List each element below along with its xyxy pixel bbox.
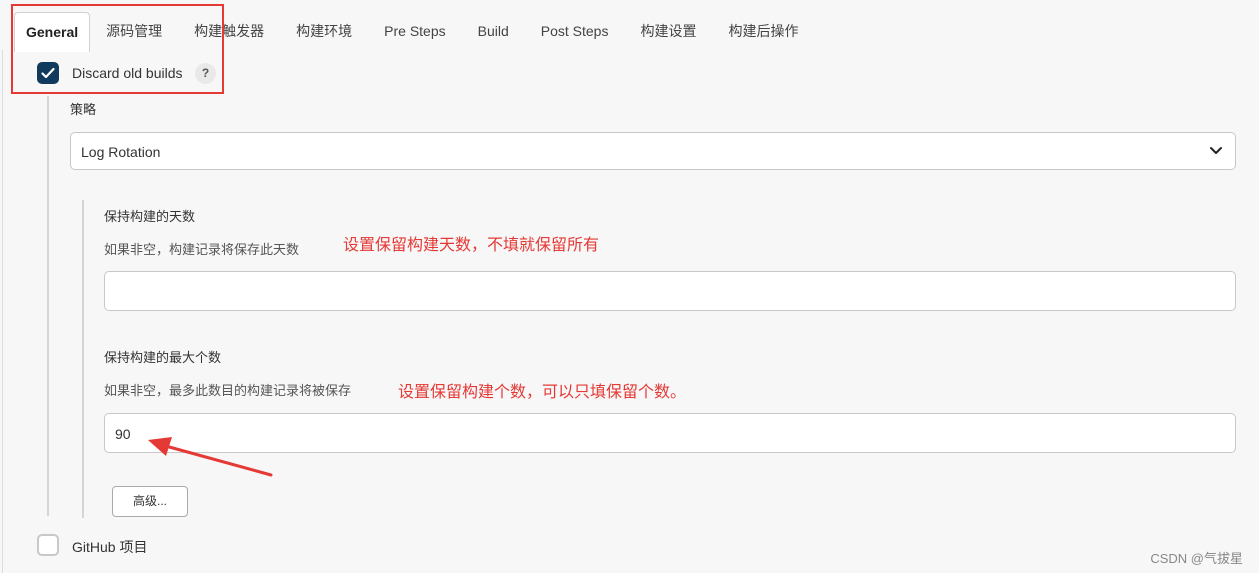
watermark: CSDN @气拔星 [1150,551,1243,566]
github-project-checkbox[interactable] [37,534,59,556]
advanced-button[interactable]: 高级... [112,486,188,517]
github-project-label[interactable]: GitHub 项目 [72,537,147,557]
annotation-arrow [148,437,273,477]
